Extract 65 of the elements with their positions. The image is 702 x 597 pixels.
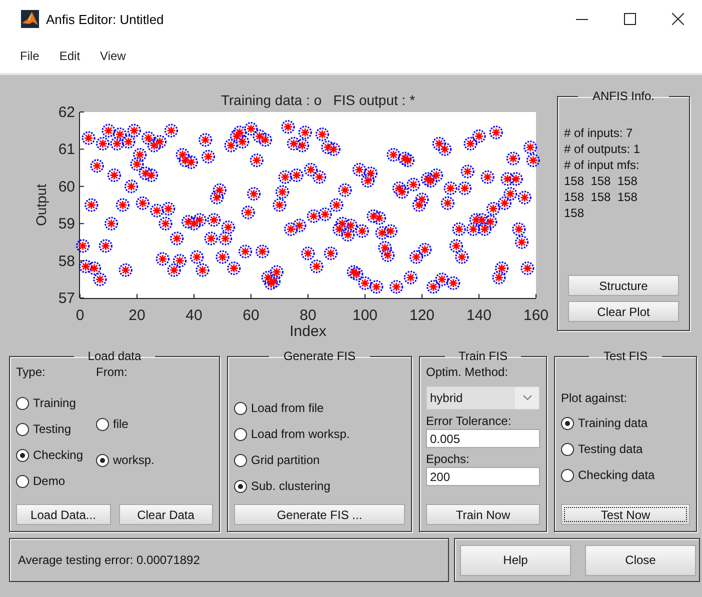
tick-label: 20 — [128, 307, 146, 324]
push-button[interactable]: Close — [585, 544, 696, 576]
menu-item[interactable]: Edit — [49, 48, 90, 62]
tick-label: 59 — [58, 216, 75, 233]
radio-option[interactable]: Testing data — [561, 436, 690, 462]
radio-option[interactable]: Training — [16, 390, 96, 416]
radio-option[interactable]: Testing — [16, 416, 96, 442]
window-title: Anfis Editor: Untitled — [46, 12, 164, 26]
tick-label: 160 — [523, 307, 549, 324]
tick-label: 62 — [58, 104, 75, 121]
field-label: Epochs: — [426, 452, 470, 467]
panel-title: Train FIS — [458, 349, 508, 363]
push-button[interactable]: Clear Data — [118, 504, 213, 525]
tick-label: 100 — [352, 307, 378, 324]
push-button[interactable]: Train Now — [426, 504, 540, 525]
push-button[interactable]: Clear Plot — [568, 301, 679, 322]
field-label: Plot against: — [561, 391, 628, 406]
panel-title: ANFIS Info. — [591, 89, 656, 103]
chart-title: Training data : o FIS output : * — [220, 92, 416, 108]
axis-title: Index — [290, 323, 326, 340]
tick-label: 57 — [58, 290, 75, 307]
info-text: 158 158 158 — [564, 173, 638, 189]
radio-option[interactable]: Checking — [16, 442, 96, 468]
info-text: # of inputs: 7 — [564, 125, 634, 141]
tick-label: 140 — [466, 307, 492, 324]
radio-option[interactable]: worksp. — [96, 442, 213, 478]
push-button[interactable]: Test Now — [561, 504, 690, 525]
field-label: Optim. Method: — [426, 365, 510, 380]
tick-label: 60 — [242, 307, 260, 324]
tick-label: 0 — [76, 307, 84, 324]
panel-title: Load data — [86, 349, 142, 363]
tick-label: 120 — [409, 307, 435, 324]
menu-item[interactable]: File — [10, 48, 50, 62]
radio-option[interactable]: Grid partition — [234, 447, 405, 473]
info-text: 158 — [564, 205, 586, 221]
tick-label: 40 — [186, 307, 202, 324]
panel-title: Test FIS — [602, 349, 648, 363]
info-text: # of input mfs: — [564, 157, 640, 173]
input-field[interactable]: 0.005 — [426, 429, 540, 448]
menu-item[interactable]: View — [90, 48, 136, 62]
tick-label: 58 — [58, 252, 75, 270]
push-button[interactable]: Help — [460, 544, 571, 576]
radio-option[interactable]: Load from file — [234, 395, 405, 421]
panel-title: Generate FIS — [282, 349, 357, 363]
tick-label: 60 — [58, 178, 75, 196]
status-text: Average testing error: 0.00071892 — [18, 553, 200, 567]
push-button[interactable]: Load Data... — [16, 504, 110, 525]
radio-option[interactable]: Checking data — [561, 462, 690, 488]
info-text: 158 158 158 — [564, 189, 638, 205]
axis-title: Output — [33, 184, 49, 226]
tick-label: 61 — [58, 141, 75, 158]
radio-option[interactable]: Demo — [16, 468, 96, 494]
field-label: Error Tolerance: — [426, 414, 512, 429]
radio-option[interactable]: file — [96, 406, 213, 442]
radio-option[interactable]: Load from worksp. — [234, 421, 405, 447]
field-label: From: — [96, 365, 128, 380]
input-field[interactable]: 200 — [426, 467, 540, 486]
radio-option[interactable]: Sub. clustering — [234, 473, 405, 499]
push-button[interactable]: Structure — [568, 275, 679, 296]
field-label: Type: — [16, 365, 46, 380]
tick-label: 80 — [300, 307, 316, 324]
method-dropdown[interactable]: hybrid — [426, 386, 540, 410]
radio-option[interactable]: Training data — [561, 410, 690, 436]
info-text: # of outputs: 1 — [564, 141, 642, 157]
push-button[interactable]: Generate FIS ... — [234, 504, 405, 525]
